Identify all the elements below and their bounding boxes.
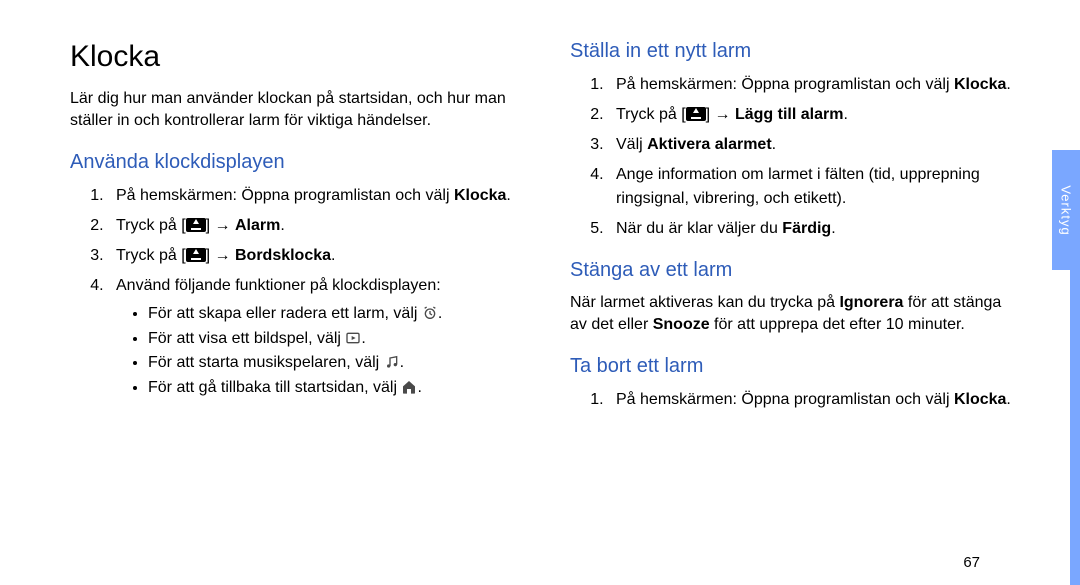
text: Välj [616, 136, 647, 153]
intro-text: Lär dig hur man använder klockan på star… [70, 88, 520, 133]
bold-text: Lägg till alarm [735, 106, 843, 123]
text: . [772, 136, 776, 153]
text: För att gå tillbaka till startsidan, väl… [148, 379, 401, 396]
step-list: På hemskärmen: Öppna programlistan och v… [570, 388, 1020, 412]
list-item: När du är klar väljer du Färdig. [608, 217, 1020, 241]
section-heading: Ta bort ett larm [570, 355, 1020, 378]
text: ] → [206, 247, 235, 264]
side-tab: Verktyg [1052, 150, 1080, 270]
text: . [1006, 76, 1010, 93]
text: för att upprepa det efter 10 minuter. [710, 316, 965, 333]
list-item: Ange information om larmet i fälten (tid… [608, 163, 1020, 211]
text: . [438, 305, 442, 322]
right-column: Ställa in ett nytt larm På hemskärmen: Ö… [570, 40, 1020, 565]
section-heading: Stänga av ett larm [570, 259, 1020, 282]
text: . [843, 106, 847, 123]
section-heading: Ställa in ett nytt larm [570, 40, 1020, 63]
text: . [1006, 391, 1010, 408]
bold-text: Klocka [454, 187, 506, 204]
bold-text: Klocka [954, 76, 1006, 93]
bold-text: Klocka [954, 391, 1006, 408]
list-item: Använd följande funktioner på klockdispl… [108, 274, 520, 401]
bold-text: Alarm [235, 217, 280, 234]
list-item: För att visa ett bildspel, välj . [148, 327, 520, 352]
home-icon [401, 379, 417, 395]
list-item: Tryck på [ ] → Bordsklocka. [108, 244, 520, 268]
page-title: Klocka [70, 40, 520, 74]
bold-text: Aktivera alarmet [647, 136, 772, 153]
text: . [400, 354, 404, 371]
bold-text: Bordsklocka [235, 247, 331, 264]
text: . [831, 220, 835, 237]
alarm-icon [422, 305, 438, 321]
text: För att starta musikspelaren, välj [148, 354, 384, 371]
text: . [417, 379, 421, 396]
text: Tryck på [ [616, 106, 686, 123]
step-list: På hemskärmen: Öppna programlistan och v… [570, 73, 1020, 241]
bold-text: Snooze [653, 316, 710, 333]
menu-icon [686, 107, 706, 121]
bullet-list: För att skapa eller radera ett larm, väl… [116, 302, 520, 401]
text: ] → [206, 217, 235, 234]
list-item: För att starta musikspelaren, välj . [148, 351, 520, 376]
text: Tryck på [ [116, 247, 186, 264]
list-item: För att gå tillbaka till startsidan, väl… [148, 376, 520, 401]
text: På hemskärmen: Öppna programlistan och v… [616, 76, 954, 93]
text: Tryck på [ [116, 217, 186, 234]
text: För att skapa eller radera ett larm, väl… [148, 305, 422, 322]
text: ] → [706, 106, 735, 123]
list-item: Tryck på [ ] → Lägg till alarm. [608, 103, 1020, 127]
section-heading: Använda klockdisplayen [70, 151, 520, 174]
list-item: Tryck på [ ] → Alarm. [108, 214, 520, 238]
text: . [280, 217, 284, 234]
slideshow-icon [345, 330, 361, 346]
list-item: På hemskärmen: Öppna programlistan och v… [608, 388, 1020, 412]
bold-text: Färdig [782, 220, 831, 237]
text: Använd följande funktioner på klockdispl… [116, 277, 441, 294]
document-page: Klocka Lär dig hur man använder klockan … [0, 0, 1080, 585]
text: När du är klar väljer du [616, 220, 782, 237]
text: På hemskärmen: Öppna programlistan och v… [616, 391, 954, 408]
music-icon [384, 354, 400, 370]
list-item: På hemskärmen: Öppna programlistan och v… [608, 73, 1020, 97]
left-column: Klocka Lär dig hur man använder klockan … [70, 40, 520, 565]
menu-icon [186, 218, 206, 232]
text: . [331, 247, 335, 264]
text: På hemskärmen: Öppna programlistan och v… [116, 187, 454, 204]
step-list: På hemskärmen: Öppna programlistan och v… [70, 184, 520, 401]
bold-text: Ignorera [839, 294, 903, 311]
side-tab-label: Verktyg [1059, 185, 1074, 235]
menu-icon [186, 248, 206, 262]
list-item: På hemskärmen: Öppna programlistan och v… [108, 184, 520, 208]
text: . [361, 330, 365, 347]
text: . [506, 187, 510, 204]
text: För att visa ett bildspel, välj [148, 330, 345, 347]
side-strip [1070, 270, 1080, 585]
page-number: 67 [963, 554, 980, 571]
text: När larmet aktiveras kan du trycka på [570, 294, 839, 311]
list-item: Välj Aktivera alarmet. [608, 133, 1020, 157]
paragraph: När larmet aktiveras kan du trycka på Ig… [570, 292, 1020, 337]
list-item: För att skapa eller radera ett larm, väl… [148, 302, 520, 327]
